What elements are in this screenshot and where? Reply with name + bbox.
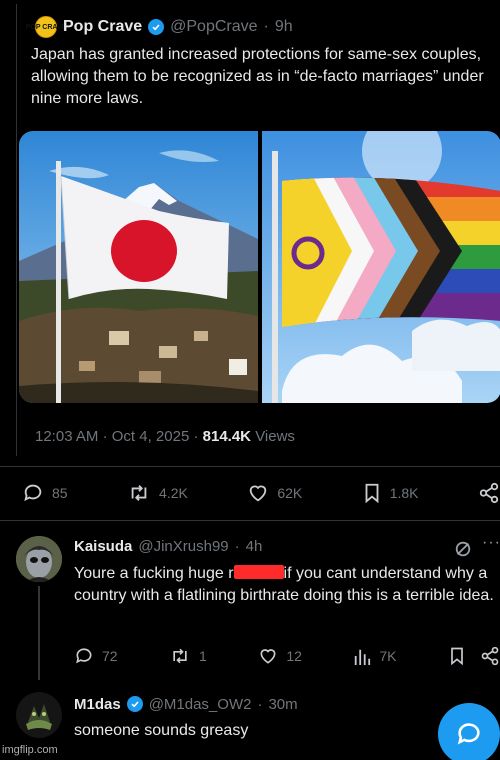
verified-badge-icon [126, 696, 143, 712]
tweet-media[interactable] [19, 131, 500, 403]
reply-header: Kaisuda @JinXrush99 · 4h [74, 536, 262, 556]
bookmark-button[interactable]: 1.8K [362, 482, 419, 504]
bookmark-icon[interactable] [448, 646, 466, 666]
share-button[interactable] [478, 482, 500, 504]
speech-bubble-icon [76, 648, 92, 664]
separator-dot: · [257, 695, 263, 713]
reply-text: Youre a fucking huge r if you cant unders… [74, 563, 498, 607]
reply-action-bar: 72 1 12 7K [74, 646, 500, 666]
tweet-date[interactable]: Oct 4, 2025 [112, 428, 190, 445]
reply-count: 72 [102, 648, 118, 664]
views-button[interactable]: 7K [353, 646, 396, 666]
redaction-mark [233, 565, 284, 579]
share-icon [479, 482, 499, 504]
reply-text: someone sounds greasy [74, 722, 249, 739]
heart-icon [260, 649, 276, 664]
like-count: 62K [277, 485, 303, 501]
tweet-meta: 12:03 AM · Oct 4, 2025 · 814.4K Views [35, 428, 295, 445]
author-name[interactable]: Pop Crave [63, 18, 142, 36]
repost-arrows-icon [173, 648, 187, 664]
reply-kaisuda[interactable]: Kaisuda @JinXrush99 · 4h ··· Youre a fuc… [0, 530, 500, 680]
author-handle[interactable]: @PopCrave [170, 18, 257, 36]
like-count: 12 [286, 648, 302, 664]
separator-dot: · [102, 428, 112, 445]
separator-dot: · [193, 428, 203, 445]
reply-age[interactable]: 4h [246, 538, 263, 555]
author-name[interactable]: Kaisuda [74, 538, 132, 555]
separator-dot: · [234, 537, 240, 555]
bookmark-icon [365, 483, 379, 504]
repost-count: 1 [199, 648, 207, 664]
reply-extra-actions [448, 646, 500, 666]
tweet-age[interactable]: 9h [275, 18, 293, 36]
share-icon[interactable] [480, 646, 500, 666]
repost-button[interactable]: 1 [169, 646, 207, 666]
japan-flag-image[interactable] [19, 131, 258, 403]
reply-age[interactable]: 30m [268, 696, 297, 713]
author-handle[interactable]: @M1das_OW2 [149, 696, 252, 713]
repost-arrows-icon [131, 485, 147, 501]
reply-fab-icon[interactable] [438, 703, 500, 760]
like-button[interactable]: 12 [258, 646, 302, 666]
grok-icon[interactable] [454, 540, 472, 558]
reply-m1das[interactable]: M1das @M1das_OW2 · 30m someone sounds gr… [0, 686, 500, 760]
avatar[interactable] [16, 692, 62, 738]
ellipsis-icon[interactable]: ··· [482, 534, 500, 552]
repost-button[interactable]: 4.2K [127, 482, 188, 504]
thread-connector [38, 586, 40, 680]
avatar[interactable] [16, 536, 62, 582]
bar-chart-icon [355, 649, 371, 665]
views-count: 814.4K [202, 428, 252, 445]
heart-icon [250, 485, 267, 502]
reply-button[interactable]: 72 [74, 646, 118, 666]
tweet-time[interactable]: 12:03 AM [35, 428, 98, 445]
reply-text-start: Youre a fucking huge r [74, 565, 234, 582]
author-handle[interactable]: @JinXrush99 [138, 538, 228, 555]
tweet-action-bar: 85 4.2K 62K 1.8K [22, 482, 500, 504]
divider [0, 520, 500, 521]
watermark: imgflip.com [2, 744, 58, 756]
reply-header: M1das @M1das_OW2 · 30m [74, 694, 298, 714]
screenshot-frame: POP CRAVE Pop Crave @PopCrave · 9h Japan… [0, 0, 500, 760]
reply-count: 85 [52, 485, 68, 501]
views-label: Views [255, 428, 295, 445]
author-avatar[interactable]: POP CRAVE [26, 16, 66, 38]
repost-count: 4.2K [159, 485, 188, 501]
speech-bubble-icon [24, 484, 42, 502]
main-tweet[interactable]: POP CRAVE Pop Crave @PopCrave · 9h Japan… [16, 4, 500, 456]
views-count: 7K [379, 648, 397, 664]
like-button[interactable]: 62K [247, 482, 302, 504]
bookmark-count: 1.8K [389, 485, 419, 501]
tweet-header: POP CRAVE Pop Crave @PopCrave · 9h [26, 14, 293, 40]
reply-button[interactable]: 85 [22, 482, 68, 504]
verified-badge-icon [148, 19, 165, 35]
author-name[interactable]: M1das [74, 696, 121, 713]
separator-dot: · [263, 18, 269, 35]
divider [0, 466, 500, 467]
tweet-text: Japan has granted increased protections … [31, 46, 484, 107]
pride-flag-image[interactable] [262, 131, 500, 403]
